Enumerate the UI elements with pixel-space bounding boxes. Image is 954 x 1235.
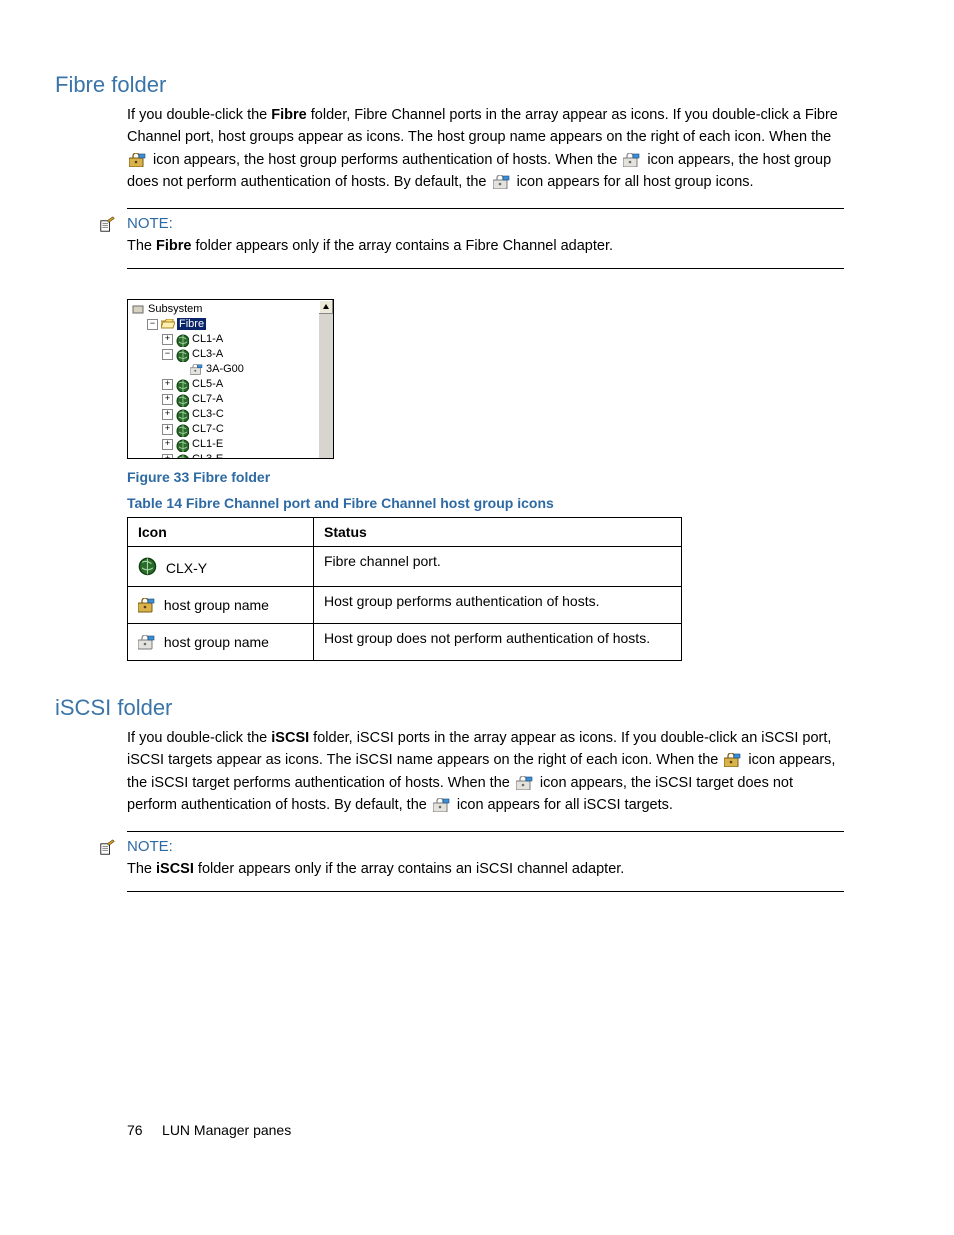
port-icon	[176, 334, 189, 345]
table-caption: Table 14 Fibre Channel port and Fibre Ch…	[127, 495, 844, 511]
table-row: CLX-Y Fibre channel port.	[128, 546, 682, 586]
tree-leaf[interactable]: 3A-G00	[132, 362, 329, 377]
port-icon	[138, 557, 158, 580]
port-icon	[176, 439, 189, 450]
note-label: NOTE:	[127, 838, 173, 855]
note-text-iscsi: The iSCSI folder appears only if the arr…	[127, 861, 844, 877]
port-icon	[176, 394, 189, 405]
table-row: host group name Host group performs auth…	[128, 586, 682, 623]
expand-icon[interactable]: +	[162, 454, 173, 459]
port-icon	[176, 349, 189, 360]
expand-icon[interactable]: +	[162, 439, 173, 450]
folder-open-icon	[161, 319, 174, 330]
heading-fibre-folder: Fibre folder	[55, 72, 844, 98]
port-icon	[176, 409, 189, 420]
tree-node[interactable]: +CL7-C	[132, 422, 329, 437]
port-icon	[176, 424, 189, 435]
tree-node[interactable]: +CL5-A	[132, 377, 329, 392]
table-row: host group name Host group does not perf…	[128, 623, 682, 660]
tree-node[interactable]: +CL1-A	[132, 332, 329, 347]
expand-icon[interactable]: +	[162, 334, 173, 345]
tree-fibre[interactable]: − Fibre	[132, 317, 329, 332]
para-iscsi: If you double-click the iSCSI folder, iS…	[127, 727, 844, 817]
tree-node[interactable]: +CL3-C	[132, 407, 329, 422]
unlock-noauth-icon	[493, 174, 511, 188]
col-icon: Icon	[128, 517, 314, 546]
scroll-up-icon[interactable]	[319, 300, 333, 314]
figure-caption: Figure 33 Fibre folder	[127, 469, 844, 485]
tree-root[interactable]: Subsystem	[132, 302, 329, 317]
para-fibre: If you double-click the Fibre folder, Fi…	[127, 104, 844, 194]
port-icon	[176, 454, 189, 459]
scrollbar[interactable]	[319, 300, 333, 458]
lock-auth-icon	[138, 598, 156, 617]
tree-node[interactable]: −CL3-A	[132, 347, 329, 362]
rule	[127, 208, 844, 209]
collapse-icon[interactable]: −	[147, 319, 158, 330]
expand-icon[interactable]: +	[162, 379, 173, 390]
box-icon	[132, 304, 145, 315]
tree-view[interactable]: Subsystem − Fibre +CL1-A −CL3-A 3A-G00 +…	[127, 299, 334, 459]
expand-icon[interactable]: +	[162, 394, 173, 405]
rule	[127, 831, 844, 832]
icon-table: Icon Status CLX-Y Fibre channel port. ho…	[127, 517, 682, 661]
expand-icon[interactable]: +	[162, 424, 173, 435]
note-text-fibre: The Fibre folder appears only if the arr…	[127, 238, 844, 254]
expand-icon[interactable]: +	[162, 409, 173, 420]
tree-node[interactable]: +CL1-E	[132, 437, 329, 452]
page-footer: 76 LUN Manager panes	[127, 1122, 844, 1138]
unlock-noauth-icon	[623, 152, 641, 166]
unlock-noauth-icon	[516, 775, 534, 789]
note-icon	[99, 216, 117, 232]
heading-iscsi-folder: iSCSI folder	[55, 695, 844, 721]
col-status: Status	[314, 517, 682, 546]
port-icon	[176, 379, 189, 390]
lock-auth-icon	[724, 752, 742, 766]
hostgroup-icon	[190, 364, 203, 375]
note-icon	[99, 839, 117, 855]
tree-node[interactable]: +CL3-E	[132, 452, 329, 459]
note-label: NOTE:	[127, 215, 173, 232]
collapse-icon[interactable]: −	[162, 349, 173, 360]
rule	[127, 891, 844, 892]
rule	[127, 268, 844, 269]
unlock-noauth-icon	[433, 797, 451, 811]
tree-node[interactable]: +CL7-A	[132, 392, 329, 407]
lock-auth-icon	[129, 152, 147, 166]
unlock-noauth-icon	[138, 635, 156, 654]
